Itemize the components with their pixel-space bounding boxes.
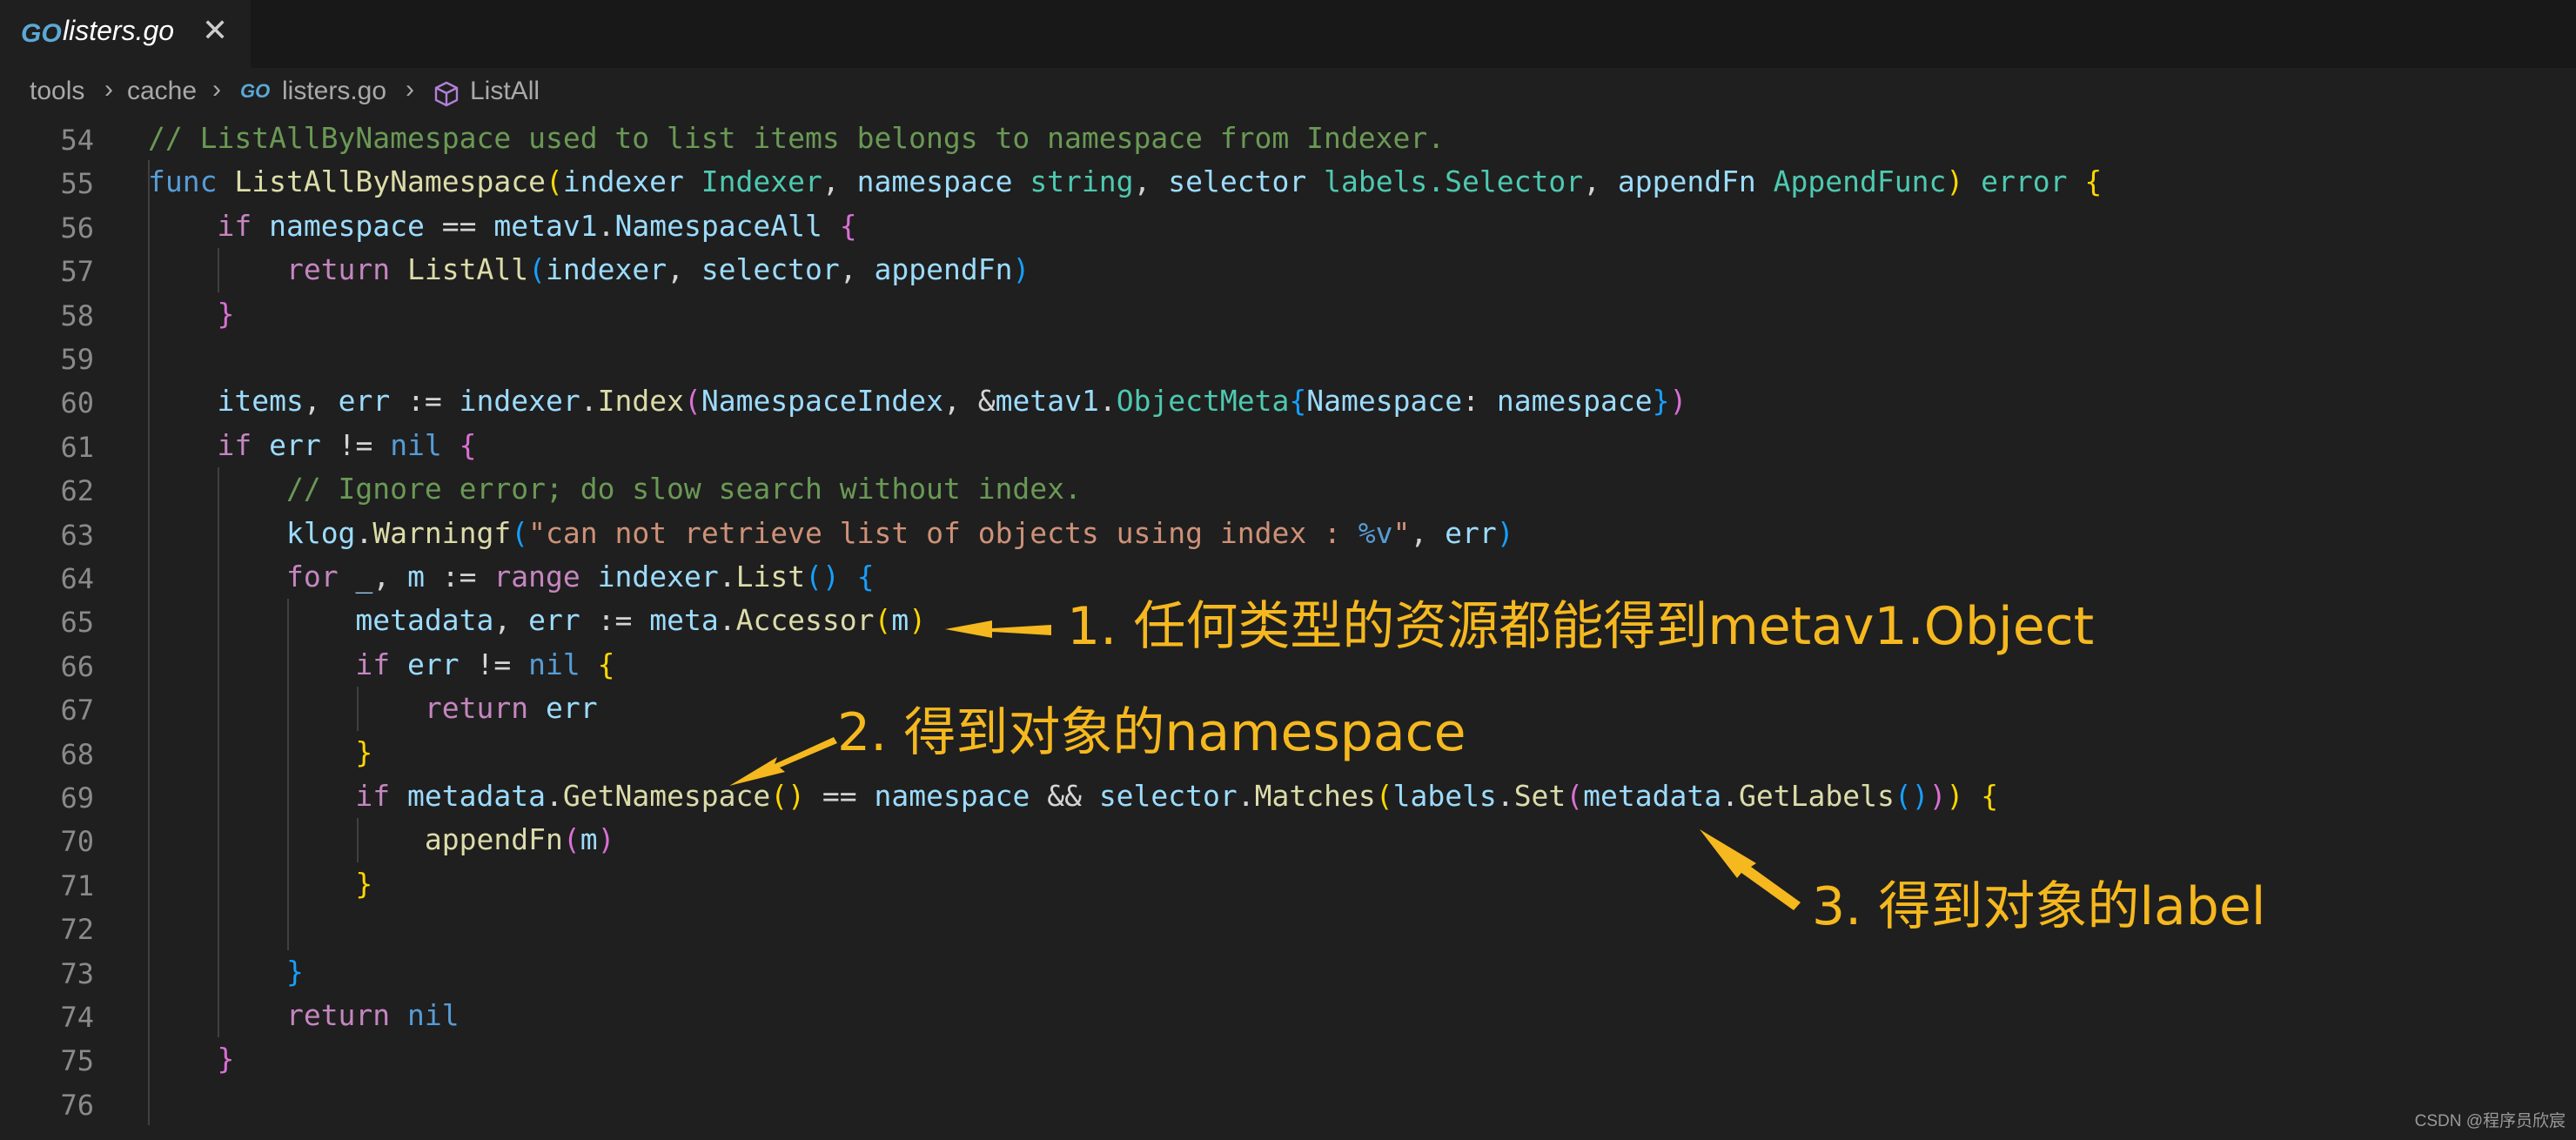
arrow-2-icon bbox=[729, 737, 837, 786]
annotation-3: 3. 得到对象的label bbox=[1812, 876, 2266, 937]
arrow-1-icon bbox=[945, 620, 1051, 638]
watermark: CSDN @程序员欣宸 bbox=[2414, 1112, 2566, 1130]
annotation-2: 2. 得到对象的namespace bbox=[837, 702, 1466, 763]
annotation-1: 1. 任何类型的资源都能得到metav1.Object bbox=[1067, 596, 2095, 657]
annotation-arrows bbox=[729, 620, 1801, 910]
arrow-3-icon bbox=[1700, 829, 1801, 910]
